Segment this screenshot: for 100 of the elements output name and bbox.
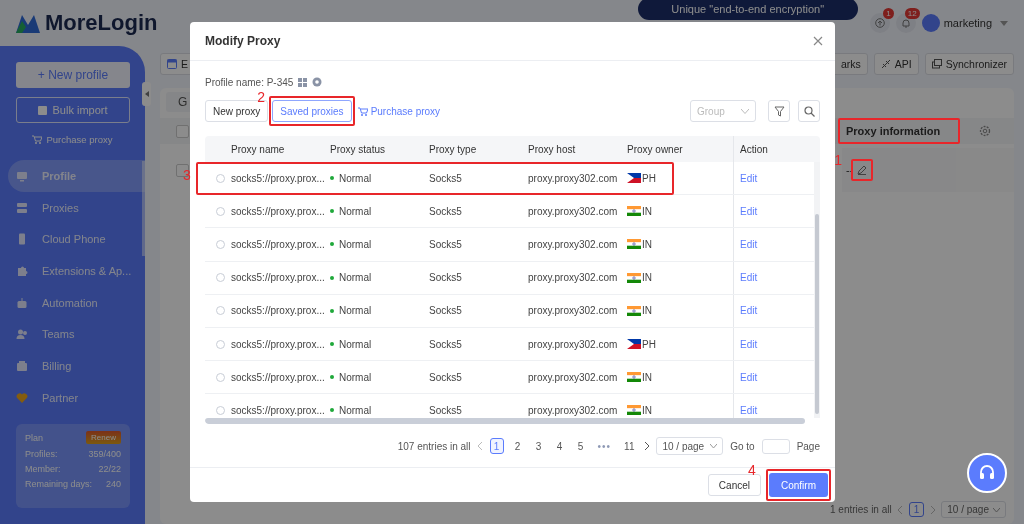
cart-icon bbox=[357, 106, 368, 116]
checkbox[interactable] bbox=[176, 124, 189, 138]
table-cell: IN bbox=[642, 238, 652, 250]
edit-link[interactable]: Edit bbox=[734, 338, 814, 350]
page-label: Page bbox=[796, 440, 820, 452]
status-dot bbox=[330, 176, 334, 181]
plan-stat-label: Member: bbox=[25, 464, 61, 474]
close-icon[interactable] bbox=[813, 36, 823, 46]
cancel-button[interactable]: Cancel bbox=[707, 474, 761, 496]
page-size-select[interactable]: 10 / page bbox=[656, 437, 724, 455]
table-cell: IN bbox=[642, 205, 652, 217]
table-cell-text: socks5://proxy.prox... bbox=[231, 172, 326, 184]
scrollbar-thumb[interactable] bbox=[815, 214, 819, 414]
page-size-value: 10 / page bbox=[662, 440, 705, 452]
table-cell-text: proxy.proxy302.com bbox=[528, 172, 619, 184]
sidebar-item[interactable]: Cloud Phone bbox=[8, 223, 145, 256]
sidebar-item[interactable]: Extensions & Ap... bbox=[8, 255, 145, 287]
server-icon bbox=[16, 201, 28, 214]
search-button[interactable] bbox=[798, 100, 820, 122]
highlight-box bbox=[851, 159, 874, 181]
page-input[interactable] bbox=[761, 438, 790, 454]
edit-link[interactable]: Edit bbox=[734, 238, 814, 250]
page-size-select[interactable]: 10 / page bbox=[941, 501, 1006, 518]
column-header: Action bbox=[739, 143, 769, 155]
chevron-left-icon[interactable] bbox=[477, 442, 483, 450]
edit-link[interactable]: Edit bbox=[734, 172, 814, 184]
group-select[interactable]: Group bbox=[690, 100, 756, 122]
arrow-up-icon bbox=[874, 18, 885, 28]
edit-link[interactable]: Edit bbox=[734, 404, 814, 416]
settings-icon[interactable] bbox=[979, 125, 991, 137]
upgrade-button[interactable] bbox=[869, 13, 890, 33]
user-avatar[interactable] bbox=[921, 14, 940, 32]
table-cell-text: socks5://proxy.prox... bbox=[231, 338, 326, 350]
page-number[interactable]: 5 bbox=[573, 438, 588, 454]
table-cell-text: Socks5 bbox=[429, 172, 463, 184]
bulk-import-button[interactable]: Bulk import bbox=[16, 97, 130, 123]
column-header: Proxy information bbox=[845, 125, 942, 137]
page-number[interactable]: 11 bbox=[621, 438, 638, 454]
caret-icon[interactable] bbox=[1000, 20, 1008, 26]
sidebar-item[interactable]: Automation bbox=[8, 286, 145, 319]
table-cell-text: proxy.proxy302.com bbox=[528, 238, 619, 250]
people-icon bbox=[16, 328, 28, 341]
page-number[interactable]: 4 bbox=[552, 438, 567, 454]
table-cell-text: socks5://proxy.prox... bbox=[231, 404, 326, 416]
notifications-button[interactable] bbox=[895, 13, 916, 33]
table-cell: PH bbox=[642, 338, 656, 350]
windows-stack-icon bbox=[931, 59, 942, 69]
column-header: Proxy type bbox=[429, 143, 478, 155]
table-cell: Normal bbox=[339, 172, 372, 184]
table-cell-text: proxy.proxy302.com bbox=[528, 371, 619, 383]
table-cell-text: proxy.proxy302.com bbox=[528, 305, 619, 317]
more-pages[interactable]: ••• bbox=[594, 438, 615, 454]
browser-icon bbox=[167, 59, 177, 69]
profile-name: Profile name: P-345 bbox=[205, 76, 294, 88]
edit-link[interactable]: Edit bbox=[734, 305, 814, 317]
status-dot bbox=[330, 242, 334, 247]
purchase-proxy-link[interactable]: Purchase proxy bbox=[357, 105, 441, 117]
collapse-toggle[interactable] bbox=[142, 82, 151, 106]
sidebar-item[interactable]: Billing bbox=[8, 350, 145, 382]
bell-icon bbox=[900, 18, 911, 28]
confirm-button[interactable]: Confirm bbox=[769, 473, 828, 497]
page-number[interactable]: 2 bbox=[510, 438, 525, 454]
plan-stat-value: 22/22 bbox=[98, 464, 121, 474]
page-number[interactable]: 1 bbox=[489, 438, 504, 454]
logo-icon bbox=[16, 13, 40, 33]
chevron-left-icon[interactable] bbox=[897, 505, 903, 514]
chevron-right-icon[interactable] bbox=[644, 442, 650, 450]
page-number[interactable]: 1 bbox=[908, 502, 925, 517]
sidebar-item[interactable]: Teams bbox=[8, 318, 145, 351]
count-badge: 1 bbox=[883, 8, 894, 19]
new-profile-button[interactable]: + New profile bbox=[16, 62, 130, 88]
status-dot bbox=[330, 408, 334, 413]
table-cell-text: socks5://proxy.prox... bbox=[231, 205, 326, 217]
table-cell: IN bbox=[642, 404, 652, 416]
sidebar-item[interactable]: Partner bbox=[8, 381, 145, 414]
entries-count: 1 entries in all bbox=[830, 504, 892, 515]
toolbar-button[interactable]: API bbox=[873, 53, 919, 75]
page-number[interactable]: 3 bbox=[531, 438, 546, 454]
step-number: 1 bbox=[834, 153, 843, 167]
edit-icon[interactable] bbox=[857, 165, 868, 175]
table-cell: IN bbox=[642, 305, 652, 317]
robot-icon bbox=[16, 296, 28, 309]
heart-icon bbox=[16, 391, 28, 404]
horizontal-scrollbar[interactable] bbox=[205, 418, 805, 424]
status-dot bbox=[330, 209, 334, 214]
column-header: Proxy name bbox=[231, 143, 286, 155]
edit-link[interactable]: Edit bbox=[734, 272, 814, 284]
promo-banner[interactable]: Unique "end-to-end encryption" bbox=[637, 0, 858, 20]
user-name[interactable]: marketing bbox=[943, 17, 992, 29]
phone-icon bbox=[16, 233, 28, 246]
filter-button[interactable] bbox=[768, 100, 790, 122]
edit-link[interactable]: Edit bbox=[734, 205, 814, 217]
sidebar-item[interactable]: Proxies bbox=[8, 191, 145, 224]
purchase-proxy-link[interactable]: Purchase proxy bbox=[16, 132, 129, 146]
tab[interactable]: Saved proxies bbox=[272, 100, 352, 122]
edit-link[interactable]: Edit bbox=[734, 371, 814, 383]
plan-stat-value: 240 bbox=[105, 479, 121, 489]
toolbar-button[interactable]: Synchronizer bbox=[924, 53, 1014, 75]
table-cell: IN bbox=[642, 272, 652, 284]
renew-button[interactable]: Renew bbox=[86, 431, 121, 444]
